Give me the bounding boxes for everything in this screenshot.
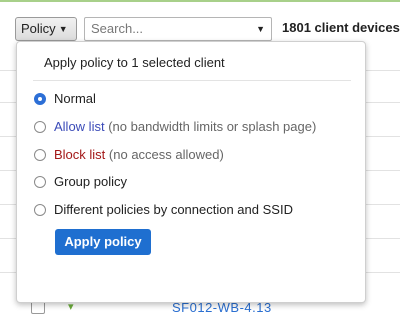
radio-group-policy[interactable]	[34, 176, 46, 188]
option-label: Different policies by connection and SSI…	[54, 202, 293, 217]
radio-normal[interactable]	[34, 93, 46, 105]
search-placeholder: Search...	[91, 21, 144, 36]
radio-allow-list[interactable]	[34, 121, 46, 133]
option-note: (no bandwidth limits or splash page)	[108, 119, 317, 134]
option-note: (no access allowed)	[108, 147, 224, 162]
policy-dropdown-button[interactable]: Policy ▼	[15, 17, 77, 41]
option-label: Block list	[54, 147, 106, 162]
radio-different-policies[interactable]	[34, 204, 46, 216]
caret-down-icon: ▼	[58, 24, 68, 34]
client-count: 1801 client devices	[282, 20, 400, 35]
option-label: Allow list	[54, 119, 105, 134]
popup-divider	[33, 80, 351, 81]
policy-button-label: Policy	[21, 21, 56, 36]
radio-block-list[interactable]	[34, 149, 46, 161]
search-input[interactable]: Search... ▼	[84, 17, 272, 41]
top-strip	[0, 0, 400, 2]
popup-title: Apply policy to 1 selected client	[44, 55, 225, 70]
caret-down-icon[interactable]: ▼	[256, 18, 265, 40]
apply-policy-popup: Apply policy to 1 selected client Normal…	[16, 41, 366, 303]
option-label: Normal	[54, 91, 96, 106]
option-label: Group policy	[54, 174, 127, 189]
apply-policy-button[interactable]: Apply policy	[55, 229, 151, 255]
